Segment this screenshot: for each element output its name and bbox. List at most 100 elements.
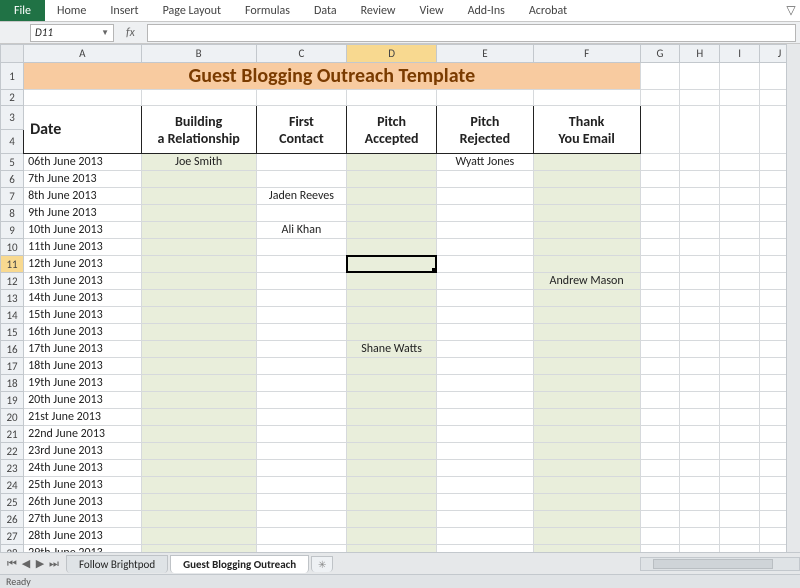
cell-first-contact[interactable] xyxy=(256,409,346,426)
cell[interactable] xyxy=(680,239,720,256)
cell-building[interactable] xyxy=(141,290,256,307)
cell[interactable] xyxy=(640,375,680,392)
cell[interactable] xyxy=(720,171,760,188)
cell[interactable] xyxy=(680,392,720,409)
cell-pitch-accepted[interactable] xyxy=(347,324,437,341)
file-tab[interactable]: File xyxy=(0,0,45,21)
cell[interactable] xyxy=(720,256,760,273)
header-col-2[interactable]: FirstContact xyxy=(256,106,346,154)
cell[interactable] xyxy=(24,90,141,106)
cell-pitch-rejected[interactable] xyxy=(437,273,533,290)
spreadsheet-grid[interactable]: ABCDEFGHIJ1Guest Blogging Outreach Templ… xyxy=(0,44,800,566)
cell[interactable] xyxy=(720,443,760,460)
cell-pitch-rejected[interactable] xyxy=(437,222,533,239)
cell-pitch-rejected[interactable] xyxy=(437,239,533,256)
row-header-4[interactable]: 4 xyxy=(1,130,24,154)
cell-thank-you[interactable] xyxy=(533,154,640,171)
cell-date[interactable]: 22nd June 2013 xyxy=(24,426,141,443)
cell-pitch-rejected[interactable] xyxy=(437,290,533,307)
sheet-tab-nav[interactable]: ⏮ ◀ ▶ ⏭ xyxy=(0,557,66,571)
header-col-1[interactable]: Buildinga Relationship xyxy=(141,106,256,154)
cell-date[interactable]: 15th June 2013 xyxy=(24,307,141,324)
cell-pitch-accepted[interactable] xyxy=(347,443,437,460)
cell-pitch-accepted[interactable] xyxy=(347,273,437,290)
cell-thank-you[interactable]: Andrew Mason xyxy=(533,273,640,290)
cell-first-contact[interactable] xyxy=(256,205,346,222)
cell-date[interactable]: 19th June 2013 xyxy=(24,375,141,392)
ribbon-tab-home[interactable]: Home xyxy=(45,0,98,21)
minimize-ribbon-icon[interactable]: ▽ xyxy=(782,0,800,21)
cell-date[interactable]: 17th June 2013 xyxy=(24,341,141,358)
new-sheet-button[interactable]: ✳ xyxy=(311,556,333,572)
cell[interactable] xyxy=(720,106,760,154)
cell-first-contact[interactable] xyxy=(256,290,346,307)
row-header-14[interactable]: 14 xyxy=(1,307,24,324)
cell-thank-you[interactable] xyxy=(533,358,640,375)
cell-pitch-rejected[interactable] xyxy=(437,494,533,511)
cell-first-contact[interactable] xyxy=(256,426,346,443)
row-header-10[interactable]: 10 xyxy=(1,239,24,256)
cell[interactable] xyxy=(720,511,760,528)
row-header-19[interactable]: 19 xyxy=(1,392,24,409)
cell-thank-you[interactable] xyxy=(533,460,640,477)
cell-pitch-accepted[interactable] xyxy=(347,409,437,426)
cell-first-contact[interactable]: Ali Khan xyxy=(256,222,346,239)
cell[interactable] xyxy=(680,528,720,545)
row-header-17[interactable]: 17 xyxy=(1,358,24,375)
cell-pitch-accepted[interactable] xyxy=(347,528,437,545)
name-box-dropdown-icon[interactable]: ▼ xyxy=(101,28,109,38)
cell-building[interactable] xyxy=(141,358,256,375)
cell[interactable] xyxy=(680,426,720,443)
header-col-5[interactable]: ThankYou Email xyxy=(533,106,640,154)
cell[interactable] xyxy=(680,63,720,90)
cell-thank-you[interactable] xyxy=(533,239,640,256)
cell-thank-you[interactable] xyxy=(533,511,640,528)
row-header-18[interactable]: 18 xyxy=(1,375,24,392)
cell-first-contact[interactable] xyxy=(256,256,346,273)
column-header-I[interactable]: I xyxy=(720,45,760,63)
cell-building[interactable] xyxy=(141,239,256,256)
cell-first-contact[interactable] xyxy=(256,443,346,460)
cell-thank-you[interactable] xyxy=(533,375,640,392)
cell-pitch-accepted[interactable] xyxy=(347,358,437,375)
cell[interactable] xyxy=(640,205,680,222)
cell[interactable] xyxy=(640,307,680,324)
cell[interactable] xyxy=(533,90,640,106)
cell-date[interactable]: 06th June 2013 xyxy=(24,154,141,171)
sheet-tab-guest-blogging-outreach[interactable]: Guest Blogging Outreach xyxy=(170,555,309,573)
ribbon-tab-acrobat[interactable]: Acrobat xyxy=(517,0,579,21)
cell[interactable] xyxy=(720,63,760,90)
cell[interactable] xyxy=(720,494,760,511)
cell-thank-you[interactable] xyxy=(533,222,640,239)
cell[interactable] xyxy=(640,528,680,545)
cell-thank-you[interactable] xyxy=(533,477,640,494)
cell[interactable] xyxy=(720,528,760,545)
ribbon-tab-view[interactable]: View xyxy=(408,0,456,21)
column-header-B[interactable]: B xyxy=(141,45,256,63)
cell[interactable] xyxy=(720,375,760,392)
cell[interactable] xyxy=(680,494,720,511)
cell[interactable] xyxy=(680,154,720,171)
cell-building[interactable] xyxy=(141,222,256,239)
cell-building[interactable] xyxy=(141,528,256,545)
cell-first-contact[interactable]: Jaden Reeves xyxy=(256,188,346,205)
cell-first-contact[interactable] xyxy=(256,494,346,511)
cell-pitch-accepted[interactable] xyxy=(347,392,437,409)
cell[interactable] xyxy=(720,392,760,409)
cell[interactable] xyxy=(640,324,680,341)
cell-building[interactable] xyxy=(141,511,256,528)
cell-date[interactable]: 23rd June 2013 xyxy=(24,443,141,460)
cell[interactable] xyxy=(720,290,760,307)
cell-first-contact[interactable] xyxy=(256,528,346,545)
cell[interactable] xyxy=(347,90,437,106)
cell-building[interactable] xyxy=(141,460,256,477)
cell-pitch-accepted[interactable] xyxy=(347,477,437,494)
cell-thank-you[interactable] xyxy=(533,443,640,460)
cell-pitch-accepted[interactable] xyxy=(347,154,437,171)
cell-pitch-accepted[interactable] xyxy=(347,375,437,392)
cell-first-contact[interactable] xyxy=(256,341,346,358)
title-cell[interactable]: Guest Blogging Outreach Template xyxy=(24,63,641,90)
row-header-23[interactable]: 23 xyxy=(1,460,24,477)
cell[interactable] xyxy=(680,341,720,358)
row-header-22[interactable]: 22 xyxy=(1,443,24,460)
